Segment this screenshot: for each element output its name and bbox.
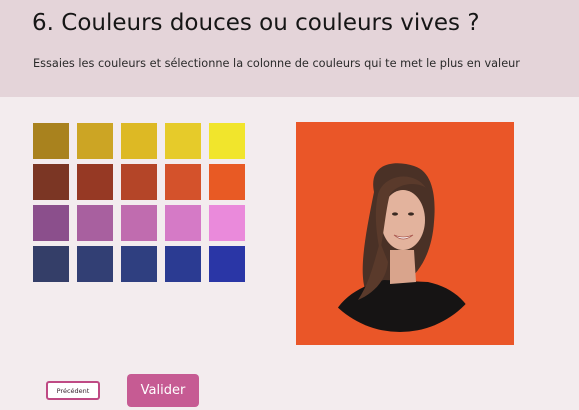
color-preview-panel	[296, 122, 514, 345]
color-swatch-r3-c2[interactable]	[77, 205, 113, 241]
color-swatch-r4-c5[interactable]	[209, 246, 245, 282]
color-swatch-r4-c1[interactable]	[33, 246, 69, 282]
color-swatch-r4-c3[interactable]	[121, 246, 157, 282]
color-swatch-r4-c4[interactable]	[165, 246, 201, 282]
color-swatch-r2-c5[interactable]	[209, 164, 245, 200]
color-swatch-r3-c5[interactable]	[209, 205, 245, 241]
color-swatch-r2-c2[interactable]	[77, 164, 113, 200]
page-instruction: Essaies les couleurs et sélectionne la c…	[33, 57, 520, 70]
validate-button[interactable]: Valider	[127, 374, 199, 407]
color-swatch-r3-c3[interactable]	[121, 205, 157, 241]
color-swatch-r1-c5[interactable]	[209, 123, 245, 159]
color-swatch-r3-c1[interactable]	[33, 205, 69, 241]
color-swatch-r1-c4[interactable]	[165, 123, 201, 159]
color-swatch-r2-c3[interactable]	[121, 164, 157, 200]
previous-button[interactable]: Précédent	[46, 381, 100, 400]
color-swatch-r1-c2[interactable]	[77, 123, 113, 159]
color-swatch-r2-c4[interactable]	[165, 164, 201, 200]
header-band: 6. Couleurs douces ou couleurs vives ? E…	[0, 0, 579, 97]
color-swatch-r4-c2[interactable]	[77, 246, 113, 282]
color-swatch-r1-c1[interactable]	[33, 123, 69, 159]
color-swatch-r1-c3[interactable]	[121, 123, 157, 159]
color-swatch-r2-c1[interactable]	[33, 164, 69, 200]
color-swatch-r3-c4[interactable]	[165, 205, 201, 241]
color-palette-grid	[33, 123, 245, 282]
portrait-photo-icon	[326, 163, 480, 332]
page-title: 6. Couleurs douces ou couleurs vives ?	[32, 10, 480, 36]
